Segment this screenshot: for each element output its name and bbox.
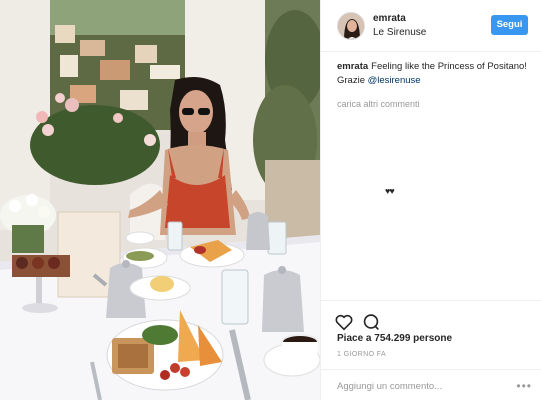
follow-button[interactable]: Segui	[491, 15, 528, 35]
heart-icon[interactable]	[333, 311, 355, 333]
post-caption: emrata Feeling like the Princess of Posit…	[337, 60, 529, 88]
post-photo[interactable]	[0, 0, 320, 400]
comment-icon[interactable]	[360, 311, 382, 333]
likes-count[interactable]: Piace a 754.299 persone	[337, 333, 452, 344]
post-header: emrata Le Sirenuse Segui	[321, 0, 541, 52]
avatar[interactable]	[337, 12, 365, 40]
mention-link[interactable]: @lesirenuse	[368, 75, 421, 86]
comment-input[interactable]	[337, 378, 507, 394]
post-sidebar: emrata Le Sirenuse Segui emrata Feeling l…	[320, 0, 541, 400]
instagram-post-modal: emrata Le Sirenuse Segui emrata Feeling l…	[0, 0, 541, 400]
username-link[interactable]: emrata	[373, 13, 406, 24]
heart-emoji-comment: ♥♥	[385, 186, 395, 196]
load-more-comments-link[interactable]: carica altri commenti	[337, 99, 529, 109]
post-actions: Piace a 754.299 persone 1 GIORNO FA •••	[321, 300, 541, 400]
comments-section: emrata Feeling like the Princess of Posit…	[337, 60, 529, 109]
post-timestamp: 1 GIORNO FA	[337, 351, 387, 358]
breakfast-terrace-photo	[0, 0, 320, 400]
add-comment-bar: •••	[321, 369, 541, 400]
caption-author-link[interactable]: emrata	[337, 61, 368, 72]
more-options-icon[interactable]: •••	[516, 379, 532, 393]
location-link[interactable]: Le Sirenuse	[373, 27, 426, 38]
